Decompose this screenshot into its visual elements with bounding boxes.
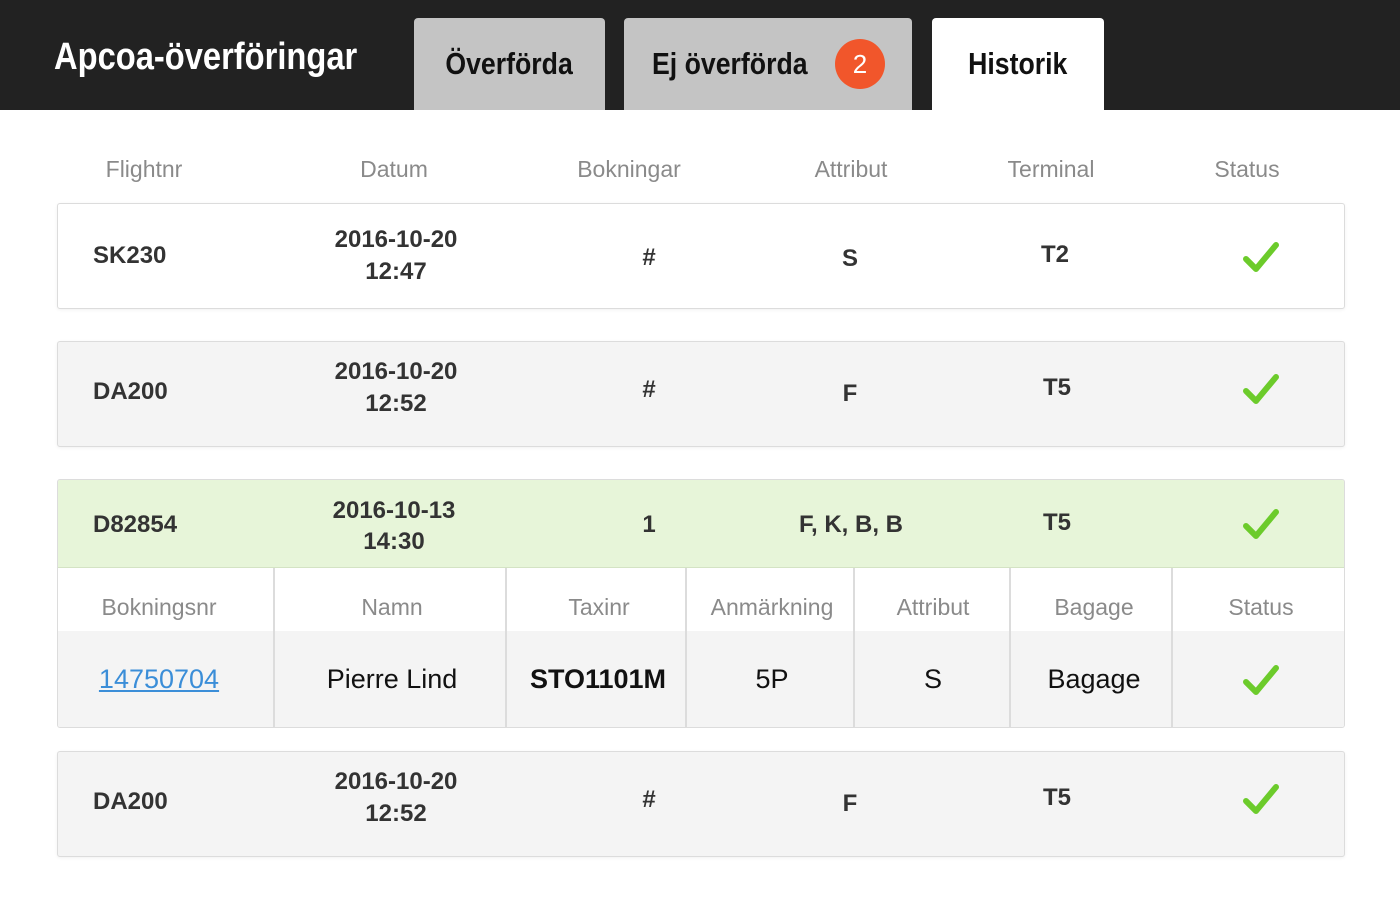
column-header-namn: Namn (361, 594, 423, 620)
column-divider (1009, 568, 1011, 727)
column-header-status: Status (1214, 156, 1280, 182)
flight-number: DA200 (93, 788, 168, 815)
booking-number-link[interactable]: 14750704 (99, 664, 219, 695)
check-icon (1243, 784, 1279, 814)
column-header-bokningar: Bokningar (577, 156, 681, 182)
bookings-count: # (642, 244, 656, 271)
count-badge: 2 (835, 39, 885, 89)
flight-datetime: 2016-10-13 14:30 (333, 495, 456, 557)
tab-label: Historik (968, 46, 1068, 81)
column-header-anmarkning: Anmärkning (710, 594, 834, 620)
flight-time: 12:47 (365, 258, 427, 286)
flight-datetime: 2016-10-20 12:52 (335, 766, 458, 831)
flight-terminal: T2 (1040, 241, 1070, 268)
booking-row[interactable] (58, 631, 1344, 727)
flight-row[interactable]: DA200 2016-10-20 12:52 # F T5 (57, 341, 1345, 447)
booking-remark: 5P (755, 664, 789, 694)
column-divider (685, 568, 687, 727)
flight-time: 12:52 (365, 800, 427, 828)
flight-row[interactable]: SK230 2016-10-20 12:47 # S T2 (57, 203, 1345, 309)
flight-terminal: T5 (1042, 784, 1072, 811)
booking-table-header (58, 568, 1344, 631)
flight-number: SK230 (93, 242, 167, 269)
bookings-count: # (642, 786, 656, 813)
flight-terminal: T5 (1042, 509, 1072, 536)
flight-row-expanded[interactable]: D82854 2016-10-13 14:30 1 F, K, B, B T5 … (57, 479, 1345, 728)
column-header-datum: Datum (360, 156, 428, 182)
column-header-bokningsnr: Bokningsnr (101, 594, 217, 620)
top-bar: Apcoa-överföringar Överförda Ej överförd… (0, 0, 1400, 110)
tab-ej-overforda[interactable]: Ej överförda 2 (624, 18, 912, 110)
flight-row-summary[interactable]: D82854 2016-10-13 14:30 1 F, K, B, B T5 (58, 480, 1344, 568)
flight-date: 2016-10-13 (332, 497, 456, 524)
flight-number: DA200 (93, 378, 168, 405)
flight-date: 2016-10-20 (334, 358, 458, 385)
flight-datetime: 2016-10-20 12:47 (335, 224, 458, 289)
column-header-attribut: Attribut (896, 594, 970, 620)
flight-attributes: F (842, 790, 858, 817)
tab-historik[interactable]: Historik (932, 18, 1104, 110)
column-divider (273, 568, 275, 727)
flight-datetime: 2016-10-20 12:52 (335, 356, 458, 421)
passenger-name: Pierre Lind (326, 664, 458, 694)
booking-attribute: S (923, 664, 943, 694)
flight-date: 2016-10-20 (334, 768, 458, 795)
flight-row[interactable]: DA200 2016-10-20 12:52 # F T5 (57, 751, 1345, 857)
flight-time: 12:52 (365, 390, 427, 418)
column-header-terminal: Terminal (1007, 156, 1095, 182)
flight-attributes: F, K, B, B (798, 511, 904, 538)
flight-time: 14:30 (363, 528, 425, 556)
check-icon (1243, 374, 1279, 404)
column-divider (853, 568, 855, 727)
tab-overforda[interactable]: Överförda (414, 18, 605, 110)
flight-attributes: S (841, 245, 859, 272)
check-icon (1243, 242, 1279, 272)
flight-terminal: T5 (1042, 374, 1072, 401)
column-header-attribut: Attribut (814, 156, 888, 182)
booking-baggage: Bagage (1047, 664, 1141, 694)
check-icon (1243, 665, 1279, 695)
taxi-number: STO1101M (529, 664, 667, 694)
column-header-flightnr: Flightnr (105, 156, 183, 182)
flight-number: D82854 (93, 511, 178, 538)
tab-label: Ej överförda (652, 46, 808, 81)
column-header-bagage: Bagage (1054, 594, 1134, 620)
flight-attributes: F (842, 380, 858, 407)
flight-date: 2016-10-20 (334, 226, 458, 253)
column-divider (505, 568, 507, 727)
bookings-count: # (642, 376, 656, 403)
check-icon (1243, 509, 1279, 539)
column-header-status: Status (1228, 594, 1294, 620)
app-title: Apcoa-överföringar (54, 36, 358, 78)
bookings-count: 1 (642, 511, 656, 538)
column-header-taxinr: Taxinr (568, 594, 630, 620)
tab-label: Överförda (445, 46, 574, 81)
column-divider (1171, 568, 1173, 727)
